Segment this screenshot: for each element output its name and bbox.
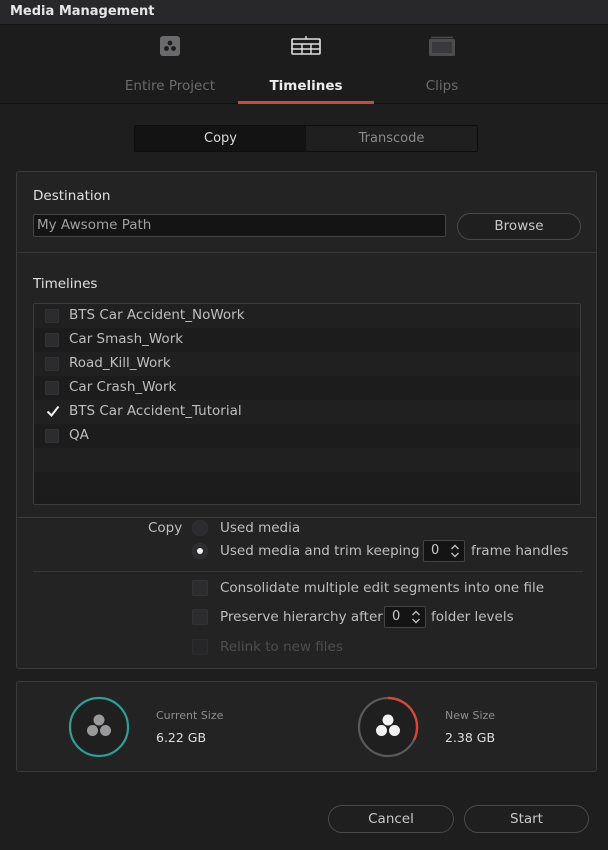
tab-label: Clips	[425, 78, 459, 94]
start-button[interactable]: Start	[464, 805, 589, 833]
folder-levels-label: folder levels	[431, 609, 514, 625]
timeline-name: Road_Kill_Work	[69, 355, 171, 371]
timeline-name: Car Smash_Work	[69, 331, 184, 347]
list-item[interactable]: QA	[34, 424, 580, 448]
list-item[interactable]: BTS Car Accident_Tutorial	[34, 400, 580, 424]
list-item[interactable]: Road_Kill_Work	[34, 352, 580, 376]
section-divider	[17, 252, 596, 253]
options-divider	[33, 571, 583, 572]
list-item[interactable]: Car Smash_Work	[34, 328, 580, 352]
list-item[interactable]: Car Crash_Work	[34, 376, 580, 400]
tab-label: Timelines	[269, 78, 343, 94]
mode-transcode-button[interactable]: Transcode	[306, 126, 477, 151]
timeline-name: BTS Car Accident_NoWork	[69, 307, 245, 323]
timeline-checkbox[interactable]	[45, 429, 59, 443]
cancel-button[interactable]: Cancel	[328, 805, 454, 833]
preserve-hierarchy-checkbox[interactable]	[192, 609, 208, 625]
used-media-radio[interactable]	[192, 520, 208, 536]
timeline-name: BTS Car Accident_Tutorial	[69, 403, 242, 419]
timelines-label: Timelines	[33, 276, 98, 292]
timeline-name: QA	[69, 427, 89, 443]
folder-levels-stepper[interactable]: 0	[384, 606, 426, 628]
frame-handles-value: 0	[431, 543, 440, 558]
timeline-icon	[291, 36, 321, 55]
consolidate-label: Consolidate multiple edit segments into …	[220, 580, 545, 596]
used-media-trim-label: Used media and trim keeping	[220, 543, 420, 559]
scope-tab-bar: Entire Project Timelines Clips	[0, 25, 608, 104]
list-item[interactable]: BTS Car Accident_NoWork	[34, 304, 580, 328]
timeline-checkbox[interactable]	[45, 309, 59, 323]
new-size-value: 2.38 GB	[445, 730, 496, 745]
stepper-arrows-icon[interactable]	[411, 610, 421, 624]
list-item-empty	[34, 448, 580, 472]
checkmark-icon[interactable]	[46, 404, 60, 418]
current-size-label: Current Size	[156, 709, 224, 722]
timeline-checkbox[interactable]	[45, 381, 59, 395]
size-summary-panel: Current Size 6.22 GB New Size 2.38 GB	[16, 681, 597, 772]
settings-panel: Destination My Awsome Path Browse Timeli…	[16, 171, 597, 669]
mode-segmented-control: Copy Transcode	[134, 125, 478, 152]
current-size-value: 6.22 GB	[156, 730, 207, 745]
preserve-hierarchy-label: Preserve hierarchy after	[220, 609, 383, 625]
section-divider	[17, 517, 596, 518]
tab-clips[interactable]: Clips	[374, 25, 510, 104]
new-size-ring-icon	[357, 696, 419, 758]
mode-copy-button[interactable]: Copy	[135, 126, 306, 151]
active-tab-indicator	[238, 101, 374, 104]
timelines-list: BTS Car Accident_NoWork Car Smash_Work R…	[33, 303, 581, 505]
used-media-label: Used media	[220, 520, 301, 536]
tab-timelines[interactable]: Timelines	[238, 25, 374, 104]
consolidate-checkbox[interactable]	[192, 580, 208, 596]
tab-entire-project[interactable]: Entire Project	[102, 25, 238, 104]
timeline-checkbox[interactable]	[45, 333, 59, 347]
frame-handles-stepper[interactable]: 0	[423, 540, 465, 562]
frame-handles-label: frame handles	[471, 543, 569, 559]
tab-label: Entire Project	[124, 78, 216, 94]
timeline-checkbox[interactable]	[45, 357, 59, 371]
current-size-ring-icon	[68, 696, 130, 758]
folder-levels-value: 0	[392, 609, 401, 624]
relink-checkbox[interactable]	[192, 639, 208, 655]
clips-icon	[429, 36, 455, 56]
stepper-arrows-icon[interactable]	[450, 544, 460, 558]
window-title: Media Management	[10, 4, 155, 19]
relink-label: Relink to new files	[220, 639, 343, 655]
title-bar: Media Management	[0, 0, 608, 25]
copy-options-label: Copy	[148, 520, 183, 536]
timeline-name: Car Crash_Work	[69, 379, 177, 395]
davinci-logo-icon	[160, 36, 180, 56]
used-media-trim-radio[interactable]	[192, 543, 208, 559]
destination-path-field[interactable]: My Awsome Path	[33, 214, 446, 237]
browse-button[interactable]: Browse	[457, 213, 581, 240]
new-size-label: New Size	[445, 709, 496, 722]
destination-label: Destination	[33, 188, 111, 204]
list-item-empty	[34, 472, 580, 496]
